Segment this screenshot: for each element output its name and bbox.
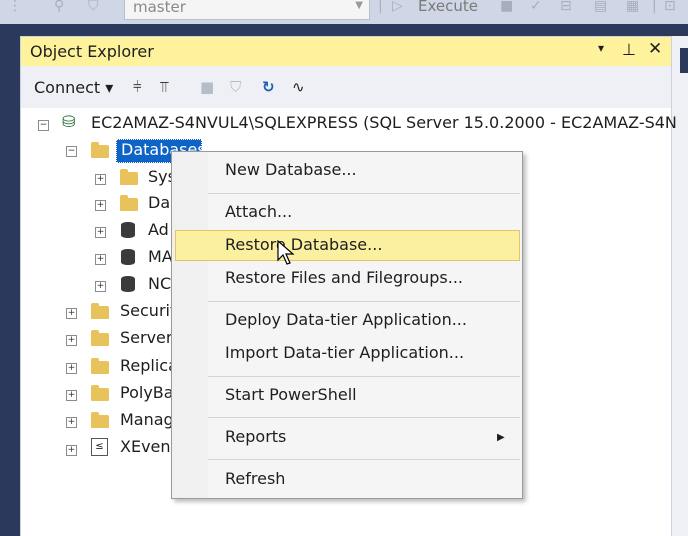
menu-item-restore-database[interactable]: Restore Database...	[225, 235, 382, 254]
dropdown-icon[interactable]: ▾	[598, 41, 604, 55]
pin-icon[interactable]: ⊥	[622, 40, 636, 59]
database-icon	[121, 276, 135, 292]
tree-node-database[interactable]: NC	[148, 274, 171, 293]
parse-check-icon[interactable]: ✓	[530, 0, 542, 14]
database-value: master	[133, 0, 186, 16]
menu-item-deploy-data-tier[interactable]: Deploy Data-tier Application...	[225, 310, 467, 329]
menu-item-start-powershell[interactable]: Start PowerShell	[225, 385, 357, 404]
side-panel-strip	[672, 36, 688, 536]
collapse-icon[interactable]: −	[66, 146, 77, 157]
connect-icon[interactable]: ⫩	[133, 78, 142, 96]
folder-icon	[91, 385, 109, 401]
menu-item-restore-files-filegroups[interactable]: Restore Files and Filegroups...	[225, 268, 463, 287]
tree-node-polybase[interactable]: PolyBa	[120, 383, 174, 402]
database-icon	[121, 249, 135, 265]
tree-node-server-objects[interactable]: Server	[120, 328, 172, 347]
folder-icon	[91, 142, 109, 158]
execute-icon[interactable]: ▷	[392, 0, 403, 14]
results-grid-icon[interactable]: ▤	[594, 0, 607, 14]
menu-separator	[208, 301, 520, 302]
expand-icon[interactable]: +	[66, 445, 77, 456]
side-panel-tab[interactable]	[680, 48, 688, 73]
submenu-arrow-icon: ▶	[497, 432, 505, 443]
folder-icon	[91, 330, 109, 346]
menu-separator	[208, 376, 520, 377]
menu-item-refresh[interactable]: Refresh	[225, 469, 285, 488]
tree-server-node[interactable]: EC2AMAZ-S4NVUL4\SQLEXPRESS (SQL Server 1…	[91, 113, 677, 132]
database-icon	[121, 222, 135, 238]
tree-node-xevent-profiler[interactable]: XEvent	[120, 437, 177, 456]
refresh-icon[interactable]: ↻	[262, 78, 275, 96]
menu-separator	[208, 417, 520, 418]
expand-icon[interactable]: +	[66, 417, 77, 428]
expand-icon[interactable]: +	[66, 308, 77, 319]
tree-node-replication[interactable]: Replica	[120, 356, 178, 375]
tree-node-management[interactable]: Manag	[120, 410, 174, 429]
expand-icon[interactable]: +	[66, 335, 77, 346]
menu-item-new-database[interactable]: New Database...	[225, 160, 357, 179]
object-explorer-toolbar	[21, 66, 671, 108]
tree-node-security[interactable]: Securit	[120, 301, 176, 320]
disconnect-icon[interactable]: ⫪	[160, 78, 168, 96]
query-plan-icon[interactable]: ⊟	[560, 0, 572, 14]
stop-icon[interactable]: ■	[200, 78, 214, 96]
folder-icon	[91, 412, 109, 428]
filter-icon[interactable]: ⛉	[88, 0, 99, 14]
filter-icon[interactable]: ⛉	[230, 78, 241, 96]
separator-icon: |	[378, 0, 383, 14]
menu-separator	[208, 459, 520, 460]
menu-item-reports[interactable]: Reports	[225, 427, 286, 446]
grip-icon: ⋮	[8, 0, 22, 14]
tree-node-database[interactable]: Ad	[148, 220, 169, 239]
expand-icon[interactable]: +	[95, 227, 106, 238]
execute-button[interactable]: Execute	[418, 0, 478, 15]
panel-title: Object Explorer	[30, 42, 154, 61]
debug-icon[interactable]: ⚲	[54, 0, 64, 14]
collapse-icon[interactable]: −	[38, 120, 49, 131]
tree-node-database[interactable]: MA	[148, 247, 173, 266]
expand-icon[interactable]: +	[95, 254, 106, 265]
close-icon[interactable]: ✕	[648, 39, 662, 59]
folder-icon	[120, 195, 138, 211]
tree-node-database-snapshots[interactable]: Da	[148, 193, 170, 212]
menu-item-import-data-tier[interactable]: Import Data-tier Application...	[225, 343, 464, 362]
chevron-down-icon: ▼	[355, 0, 363, 11]
folder-icon	[91, 358, 109, 374]
context-menu-gutter	[172, 152, 208, 498]
connect-button[interactable]: Connect ▾	[34, 78, 113, 97]
expand-icon[interactable]: +	[66, 390, 77, 401]
stop-icon[interactable]: ■	[500, 0, 513, 14]
activity-monitor-icon[interactable]: ∿	[292, 78, 305, 96]
folder-icon	[91, 303, 109, 319]
expand-icon[interactable]: +	[95, 281, 106, 292]
separator-icon: |	[652, 0, 657, 14]
expand-icon[interactable]: +	[95, 174, 106, 185]
folder-icon	[120, 169, 138, 185]
menu-item-attach[interactable]: Attach...	[225, 202, 292, 221]
expand-icon[interactable]: +	[95, 200, 106, 211]
available-databases-dropdown[interactable]: master ▼	[124, 0, 370, 20]
expand-icon[interactable]: +	[66, 363, 77, 374]
results-text-icon[interactable]: ▦	[626, 0, 639, 14]
server-icon: ⛁	[62, 112, 76, 131]
menu-separator	[208, 193, 520, 194]
results-file-icon[interactable]: ⊡	[664, 0, 676, 14]
xevent-profiler-icon: ≤	[91, 438, 108, 456]
mouse-cursor-icon	[277, 240, 295, 265]
